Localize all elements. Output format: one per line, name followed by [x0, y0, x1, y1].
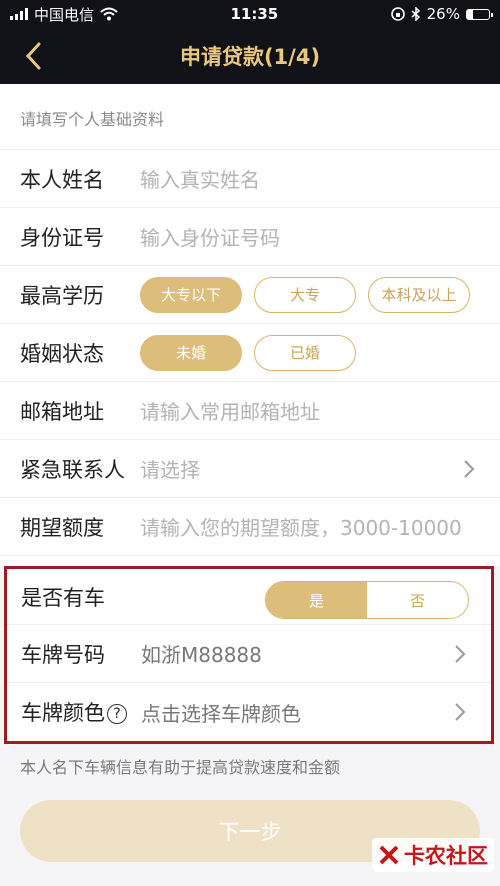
emergency-contact-row[interactable]: 紧急联系人 请选择	[0, 440, 500, 498]
education-option-bachelor-above[interactable]: 本科及以上	[368, 276, 470, 313]
signal-icon	[10, 8, 28, 20]
battery-icon	[465, 8, 493, 20]
carrier-label: 中国电信	[34, 5, 95, 24]
education-option-college[interactable]: 大专	[254, 276, 356, 313]
marital-row: 婚姻状态 未婚 已婚	[0, 324, 500, 382]
page-title: 申请贷款(1/4)	[179, 45, 321, 69]
plate-color-select[interactable]: 点击选择车牌颜色	[141, 698, 471, 727]
bluetooth-icon	[411, 7, 420, 21]
plate-number-input[interactable]: 如浙M88888	[141, 639, 471, 668]
watermark-text: 卡农社区	[404, 844, 488, 868]
emergency-contact-label: 紧急联系人	[20, 457, 125, 482]
email-input[interactable]: 请输入常用邮箱地址	[140, 396, 480, 425]
id-number-input[interactable]: 输入身份证号码	[140, 222, 480, 251]
amount-label: 期望额度	[20, 515, 104, 540]
amount-row: 期望额度 请输入您的期望额度，3000-10000	[0, 498, 500, 556]
plate-color-row[interactable]: 车牌颜色? 点击选择车牌颜色	[7, 683, 491, 741]
name-row: 本人姓名 输入真实姓名	[0, 150, 500, 208]
has-car-row: 是否有车 是 否	[7, 569, 491, 625]
car-info-section: 是否有车 是 否 车牌号码 如浙M88888 车牌颜色? 点击选择车牌颜色	[4, 566, 494, 744]
name-label: 本人姓名	[20, 167, 104, 192]
section-hint: 请填写个人基础资料	[0, 84, 500, 150]
status-bar: 中国电信 11:35 26%	[0, 0, 500, 28]
email-label: 邮箱地址	[20, 399, 104, 424]
help-icon[interactable]: ?	[107, 704, 127, 724]
wifi-icon	[100, 7, 118, 21]
chevron-right-icon	[455, 644, 466, 663]
has-car-toggle[interactable]: 是 否	[265, 581, 469, 619]
has-car-yes[interactable]: 是	[266, 582, 367, 618]
amount-input[interactable]: 请输入您的期望额度，3000-10000	[140, 512, 480, 541]
chevron-left-icon	[25, 42, 41, 70]
rotation-lock-icon	[390, 7, 405, 21]
car-info-footnote: 本人名下车辆信息有助于提高贷款速度和金额	[20, 758, 341, 777]
plate-number-row[interactable]: 车牌号码 如浙M88888	[7, 625, 491, 683]
name-input[interactable]: 输入真实姓名	[140, 164, 480, 193]
plate-color-label-wrap: 车牌颜色?	[21, 697, 141, 727]
marital-option-married[interactable]: 已婚	[254, 334, 356, 371]
plate-color-label: 车牌颜色	[21, 701, 105, 725]
emergency-contact-select[interactable]: 请选择	[140, 454, 480, 483]
nav-bar: 申请贷款(1/4)	[0, 28, 500, 84]
chevron-right-icon	[455, 703, 466, 721]
education-label: 最高学历	[20, 283, 104, 308]
education-row: 最高学历 大专以下 大专 本科及以上	[0, 266, 500, 324]
watermark-logo-icon	[379, 845, 399, 865]
id-number-label: 身份证号	[20, 225, 104, 250]
marital-option-single[interactable]: 未婚	[140, 334, 242, 371]
has-car-label: 是否有车	[21, 585, 105, 610]
marital-label: 婚姻状态	[20, 341, 104, 366]
plate-number-label: 车牌号码	[21, 642, 105, 667]
email-row: 邮箱地址 请输入常用邮箱地址	[0, 382, 500, 440]
education-option-below-college[interactable]: 大专以下	[140, 276, 242, 313]
status-time: 11:35	[230, 5, 279, 23]
watermark: 卡农社区	[372, 838, 494, 872]
id-number-row: 身份证号 输入身份证号码	[0, 208, 500, 266]
battery-percent: 26%	[426, 5, 460, 23]
chevron-right-icon	[464, 459, 475, 478]
back-button[interactable]	[16, 38, 50, 74]
has-car-no[interactable]: 否	[367, 582, 468, 618]
